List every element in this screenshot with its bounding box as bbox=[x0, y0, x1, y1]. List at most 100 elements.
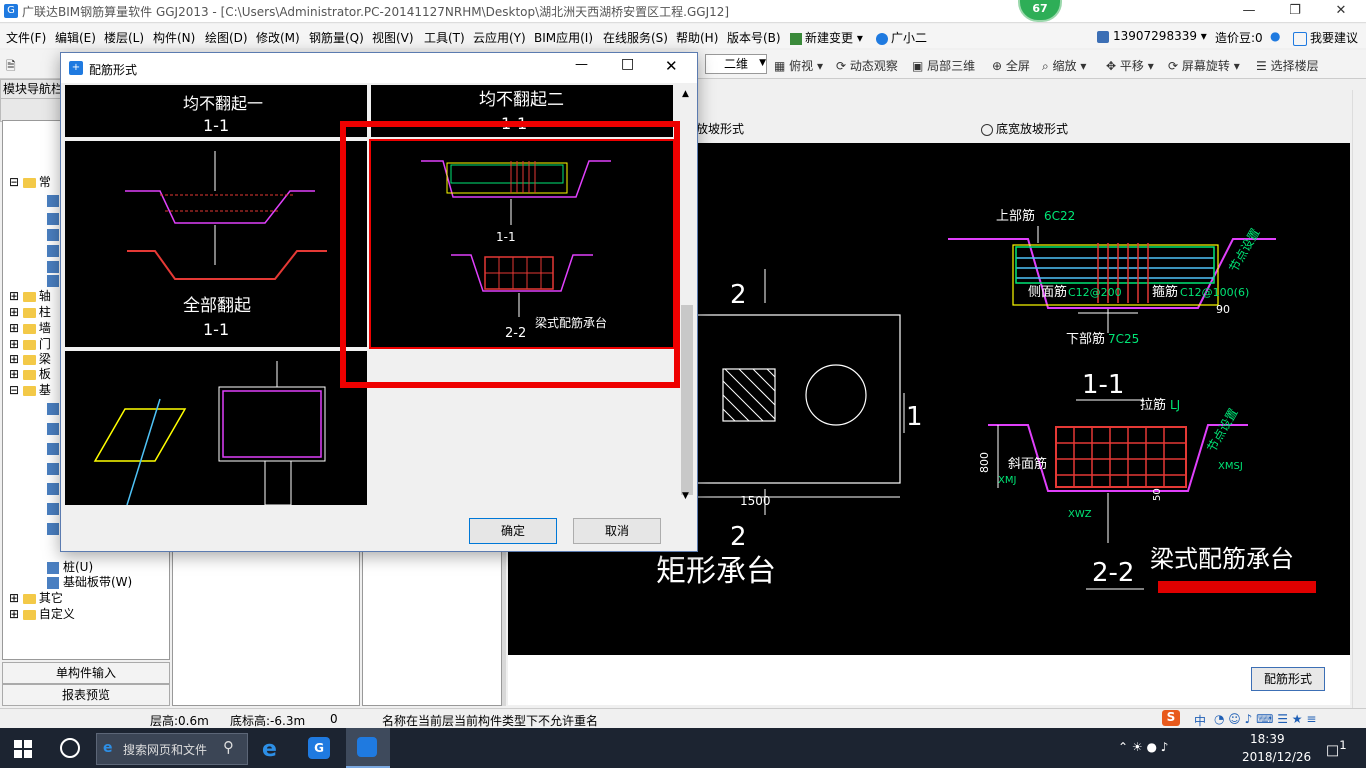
thumb-option-1[interactable]: 均不翻起一 1-1 bbox=[65, 85, 367, 137]
menu-bar: 文件(F) 编辑(E) 楼层(L) 构件(N) 绘图(D) 修改(M) 钢筋量(… bbox=[0, 24, 1366, 48]
menu-online[interactable]: 在线服务(S) bbox=[603, 29, 668, 46]
dialog-close-icon[interactable]: ✕ bbox=[665, 57, 678, 75]
menu-view[interactable]: 视图(V) bbox=[372, 29, 414, 46]
tree-item-slab[interactable]: ⊞ 板 bbox=[9, 365, 51, 382]
tool-topview[interactable]: ▦ 俯视 ▾ bbox=[774, 57, 823, 74]
tool-orbit[interactable]: ⟳ 动态观察 bbox=[836, 57, 898, 74]
menu-floor[interactable]: 楼层(L) bbox=[104, 29, 144, 46]
cad-dim-1500: 1500 bbox=[740, 494, 771, 508]
menu-draw[interactable]: 绘图(D) bbox=[205, 29, 248, 46]
thumb-option-5[interactable] bbox=[65, 351, 367, 505]
close-icon[interactable]: ✕ bbox=[1318, 0, 1364, 22]
cad-section-1: 1 bbox=[906, 402, 923, 432]
component-list-panel[interactable] bbox=[172, 550, 360, 706]
dialog-title: 配筋形式 bbox=[89, 63, 138, 77]
cad-h50: 50 bbox=[1152, 488, 1163, 501]
ggj-icon bbox=[357, 737, 377, 757]
menu-version[interactable]: 版本号(B) bbox=[727, 29, 781, 46]
menu-rebar[interactable]: 钢筋量(Q) bbox=[309, 29, 364, 46]
taskbar-search[interactable]: e 搜索网页和文件 ⚲ bbox=[96, 733, 248, 765]
windows-start-icon[interactable] bbox=[14, 740, 32, 758]
radio-bottom-width-slope[interactable]: 底宽放坡形式 bbox=[981, 120, 1068, 137]
menu-help[interactable]: 帮助(H) bbox=[676, 29, 718, 46]
tool-select-floor[interactable]: ☰ 选择楼层 bbox=[1256, 57, 1319, 74]
tool-rotate[interactable]: ⟳ 屏幕旋转 ▾ bbox=[1168, 57, 1240, 74]
cad-side-bar: 侧面筋 bbox=[1028, 284, 1067, 300]
tree-item-column[interactable]: ⊞ 柱 bbox=[9, 303, 51, 320]
tree-item-common[interactable]: ⊟ 常 bbox=[9, 173, 51, 190]
rebar-form-button[interactable]: 配筋形式 bbox=[1251, 667, 1325, 691]
tray-icons[interactable]: ⌃ ☀ ● ♪ bbox=[1118, 740, 1168, 754]
dialog-scrollbar[interactable]: ▲ ▼ bbox=[679, 85, 695, 505]
tree-item-custom[interactable]: ⊞ 自定义 bbox=[9, 605, 75, 622]
app-icon: G bbox=[4, 4, 18, 18]
account-phone[interactable]: 13907298339 ▾ bbox=[1097, 29, 1207, 43]
highlight-box bbox=[340, 121, 680, 388]
menu-file[interactable]: 文件(F) bbox=[6, 29, 46, 46]
tool-pan[interactable]: ✥ 平移 ▾ bbox=[1106, 57, 1154, 74]
tool-fullscreen[interactable]: ⊕ 全屏 bbox=[992, 57, 1030, 74]
thumb3-title: 全部翻起 bbox=[183, 296, 251, 316]
menu-component[interactable]: 构件(N) bbox=[153, 29, 195, 46]
property-panel[interactable] bbox=[362, 550, 502, 706]
new-file-icon[interactable]: 🗎 bbox=[6, 57, 16, 78]
single-component-button[interactable]: 单构件输入 bbox=[2, 662, 170, 684]
menu-bim[interactable]: BIM应用(I) bbox=[534, 29, 593, 46]
tree-item-foundation-strip[interactable]: 基础板带(W) bbox=[47, 573, 132, 590]
scroll-down-icon[interactable]: ▼ bbox=[682, 491, 689, 501]
section-1-1: 上部筋 6C22 侧面筋 C12@200 箍筋 C12@100(6) 节点设置 … bbox=[948, 208, 1276, 401]
glodon-icon[interactable]: G bbox=[308, 737, 330, 759]
clock-time[interactable]: 18:39 bbox=[1250, 732, 1285, 746]
scroll-up-icon[interactable]: ▲ bbox=[682, 89, 689, 99]
cad-label-1-1: 1-1 bbox=[1082, 370, 1124, 400]
minimize-icon[interactable]: — bbox=[1226, 0, 1272, 22]
scroll-thumb[interactable] bbox=[681, 305, 693, 495]
ime-tools-icon[interactable]: ◔ ☺ ♪ ⌨ ☰ ★ ≡ bbox=[1214, 712, 1316, 726]
window-title: 广联达BIM钢筋算量软件 GGJ2013 - [C:\Users\Adminis… bbox=[22, 5, 730, 19]
notification-icon[interactable]: □1 bbox=[1326, 738, 1347, 759]
menu-edit[interactable]: 编辑(E) bbox=[55, 29, 96, 46]
clock-date[interactable]: 2018/12/26 bbox=[1242, 750, 1311, 764]
assistant-icon bbox=[876, 32, 888, 45]
tool-partial-3d[interactable]: ▣ 局部三维 bbox=[912, 57, 975, 74]
ime-lang[interactable]: 中 bbox=[1194, 712, 1206, 729]
cad-bottom-bar: 下部筋 bbox=[1066, 331, 1105, 347]
tree-item-other[interactable]: ⊞ 其它 bbox=[9, 589, 63, 606]
user-icon bbox=[1097, 30, 1109, 43]
cad-bottom-val: 7C25 bbox=[1108, 332, 1139, 346]
search-e-icon: e bbox=[103, 740, 113, 756]
edge-icon[interactable]: e bbox=[262, 737, 277, 762]
tool-zoom[interactable]: ⌕ 缩放 ▾ bbox=[1042, 57, 1086, 74]
cad-main-title: 矩形承台 bbox=[656, 554, 776, 589]
cad-xmsj: XMSJ bbox=[1218, 461, 1243, 472]
thumb-option-3[interactable]: 全部翻起 1-1 bbox=[65, 141, 367, 347]
menu-tools[interactable]: 工具(T) bbox=[424, 29, 465, 46]
cortana-icon[interactable] bbox=[60, 738, 80, 758]
view-mode-select[interactable]: 二维 ▼ bbox=[705, 54, 767, 74]
cad-node-setting-2: 节点设置 bbox=[1204, 406, 1240, 455]
tree-item-foundation[interactable]: ⊟ 基 bbox=[9, 381, 51, 398]
restore-icon[interactable]: ❐ bbox=[1272, 0, 1318, 22]
ime-logo-icon[interactable]: S bbox=[1162, 710, 1180, 726]
report-preview-button[interactable]: 报表预览 bbox=[2, 684, 170, 706]
radio-slope[interactable]: 放坡形式 bbox=[696, 120, 744, 137]
cancel-button[interactable]: 取消 bbox=[573, 518, 661, 544]
bell-icon[interactable]: ● bbox=[1270, 29, 1280, 43]
right-bottom-area bbox=[508, 655, 1350, 705]
ok-button[interactable]: 确定 bbox=[469, 518, 557, 544]
active-app-tab[interactable] bbox=[346, 728, 390, 768]
thumb3-sec: 1-1 bbox=[203, 320, 229, 339]
menu-cloud[interactable]: 云应用(Y) bbox=[473, 29, 526, 46]
dialog-maximize-icon[interactable]: □ bbox=[621, 56, 634, 72]
right-scrollbar[interactable] bbox=[1352, 90, 1366, 710]
dialog-minimize-icon[interactable]: — bbox=[575, 57, 588, 72]
menu-assistant[interactable]: 广小二 bbox=[876, 29, 927, 46]
tree-item-axis[interactable]: ⊞ 轴 bbox=[9, 287, 51, 304]
suggest-link[interactable]: 我要建议 bbox=[1293, 29, 1358, 46]
status-bar: 层高:0.6m 底标高:-6.3m 0 名称在当前层当前构件类型下不允许重名 S… bbox=[0, 708, 1366, 729]
tree-item-wall[interactable]: ⊞ 墙 bbox=[9, 319, 51, 336]
menu-new-change[interactable]: 新建变更 ▾ bbox=[790, 29, 863, 46]
section-2-2: 拉筋 LJ 斜面筋 XMJ XMSJ XWZ 800 50 节点设置 2-2 梁… bbox=[978, 397, 1316, 593]
cad-stirrup-val: C12@100(6) bbox=[1180, 286, 1249, 299]
menu-modify[interactable]: 修改(M) bbox=[256, 29, 300, 46]
